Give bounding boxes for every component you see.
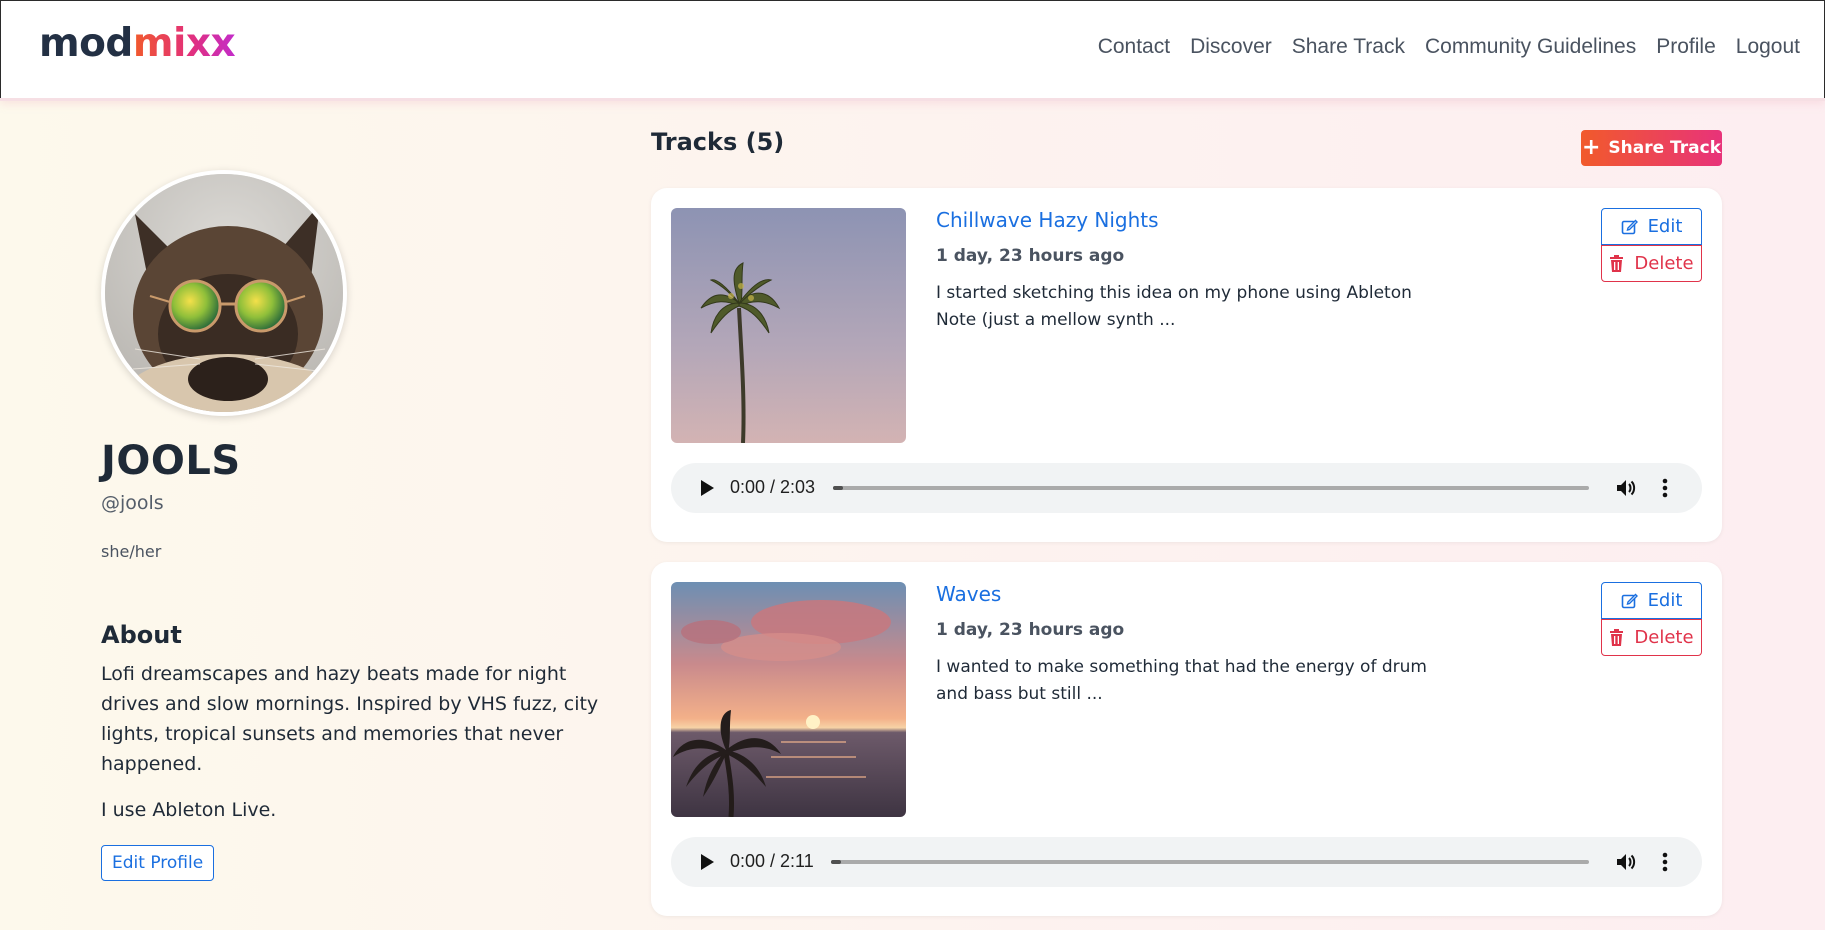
player-time: 0:00 / 2:03 (730, 477, 816, 497)
nav-link-discover[interactable]: Discover (1190, 35, 1272, 59)
brand-logo[interactable]: modmixx (39, 21, 236, 66)
edit-track-button[interactable]: Edit (1601, 208, 1702, 245)
display-name: JOOLS (101, 438, 241, 484)
delete-track-button[interactable]: Delete (1601, 619, 1702, 656)
player-time: 0:00 / 2:11 (730, 851, 814, 871)
delete-track-label: Delete (1634, 627, 1694, 648)
edit-icon (1621, 219, 1638, 235)
about-text-secondary: I use Ableton Live. (101, 799, 277, 821)
edit-track-label: Edit (1647, 590, 1683, 611)
trash-icon (1610, 629, 1624, 646)
edit-icon (1621, 593, 1638, 609)
player-progress-fill (831, 860, 841, 864)
username-handle: @jools (101, 492, 164, 514)
nav-link-contact[interactable]: Contact (1098, 35, 1170, 59)
player-progress-fill (833, 486, 843, 490)
cat-avatar-image (105, 174, 343, 412)
top-navbar: modmixx Contact Discover Share Track Com… (0, 0, 1825, 98)
audio-player: 0:00 / 2:03 (671, 463, 1702, 513)
track-title-link[interactable]: Chillwave Hazy Nights (936, 208, 1159, 232)
audio-player: 0:00 / 2:11 (671, 837, 1702, 887)
share-track-button[interactable]: + Share Track (1581, 130, 1722, 166)
tracks-heading: Tracks (5) (651, 128, 785, 156)
nav-link-profile[interactable]: Profile (1656, 35, 1716, 59)
plus-icon: + (1581, 135, 1601, 160)
play-icon[interactable] (699, 479, 715, 497)
more-options-icon[interactable] (1661, 477, 1669, 499)
play-icon[interactable] (699, 853, 715, 871)
more-options-icon[interactable] (1661, 851, 1669, 873)
volume-icon[interactable] (1615, 477, 1637, 499)
volume-icon[interactable] (1615, 851, 1637, 873)
player-progress-bar[interactable] (831, 860, 1589, 864)
nav-links: Contact Discover Share Track Community G… (1098, 35, 1800, 59)
track-time-ago: 1 day, 23 hours ago (936, 246, 1125, 266)
nav-link-community-guidelines[interactable]: Community Guidelines (1425, 35, 1636, 59)
track-time-ago: 1 day, 23 hours ago (936, 620, 1125, 640)
nav-link-share-track[interactable]: Share Track (1292, 35, 1405, 59)
share-track-label: Share Track (1608, 138, 1722, 158)
avatar (101, 170, 347, 416)
track-title-link[interactable]: Waves (936, 582, 1001, 606)
track-artwork (671, 582, 906, 817)
about-heading: About (101, 621, 182, 649)
track-description: I wanted to make something that had the … (936, 657, 1427, 704)
nav-link-logout[interactable]: Logout (1736, 35, 1800, 59)
pronouns: she/her (101, 542, 162, 561)
track-artwork (671, 208, 906, 443)
track-description: I started sketching this idea on my phon… (936, 283, 1412, 330)
delete-track-button[interactable]: Delete (1601, 245, 1702, 282)
profile-sidebar: JOOLS @jools she/her About Lofi dreamsca… (101, 170, 641, 881)
trash-icon (1610, 255, 1624, 272)
edit-track-button[interactable]: Edit (1601, 582, 1702, 619)
player-progress-bar[interactable] (833, 486, 1589, 490)
sunset-palm-image (671, 582, 906, 817)
track-card: Chillwave Hazy Nights 1 day, 23 hours ag… (651, 188, 1722, 542)
delete-track-label: Delete (1634, 253, 1694, 274)
edit-profile-button[interactable]: Edit Profile (101, 845, 215, 881)
track-card: Waves 1 day, 23 hours ago I wanted to ma… (651, 562, 1722, 916)
about-text: Lofi dreamscapes and hazy beats made for… (101, 663, 599, 775)
palm-tree-image (671, 208, 906, 443)
edit-track-label: Edit (1647, 216, 1683, 237)
